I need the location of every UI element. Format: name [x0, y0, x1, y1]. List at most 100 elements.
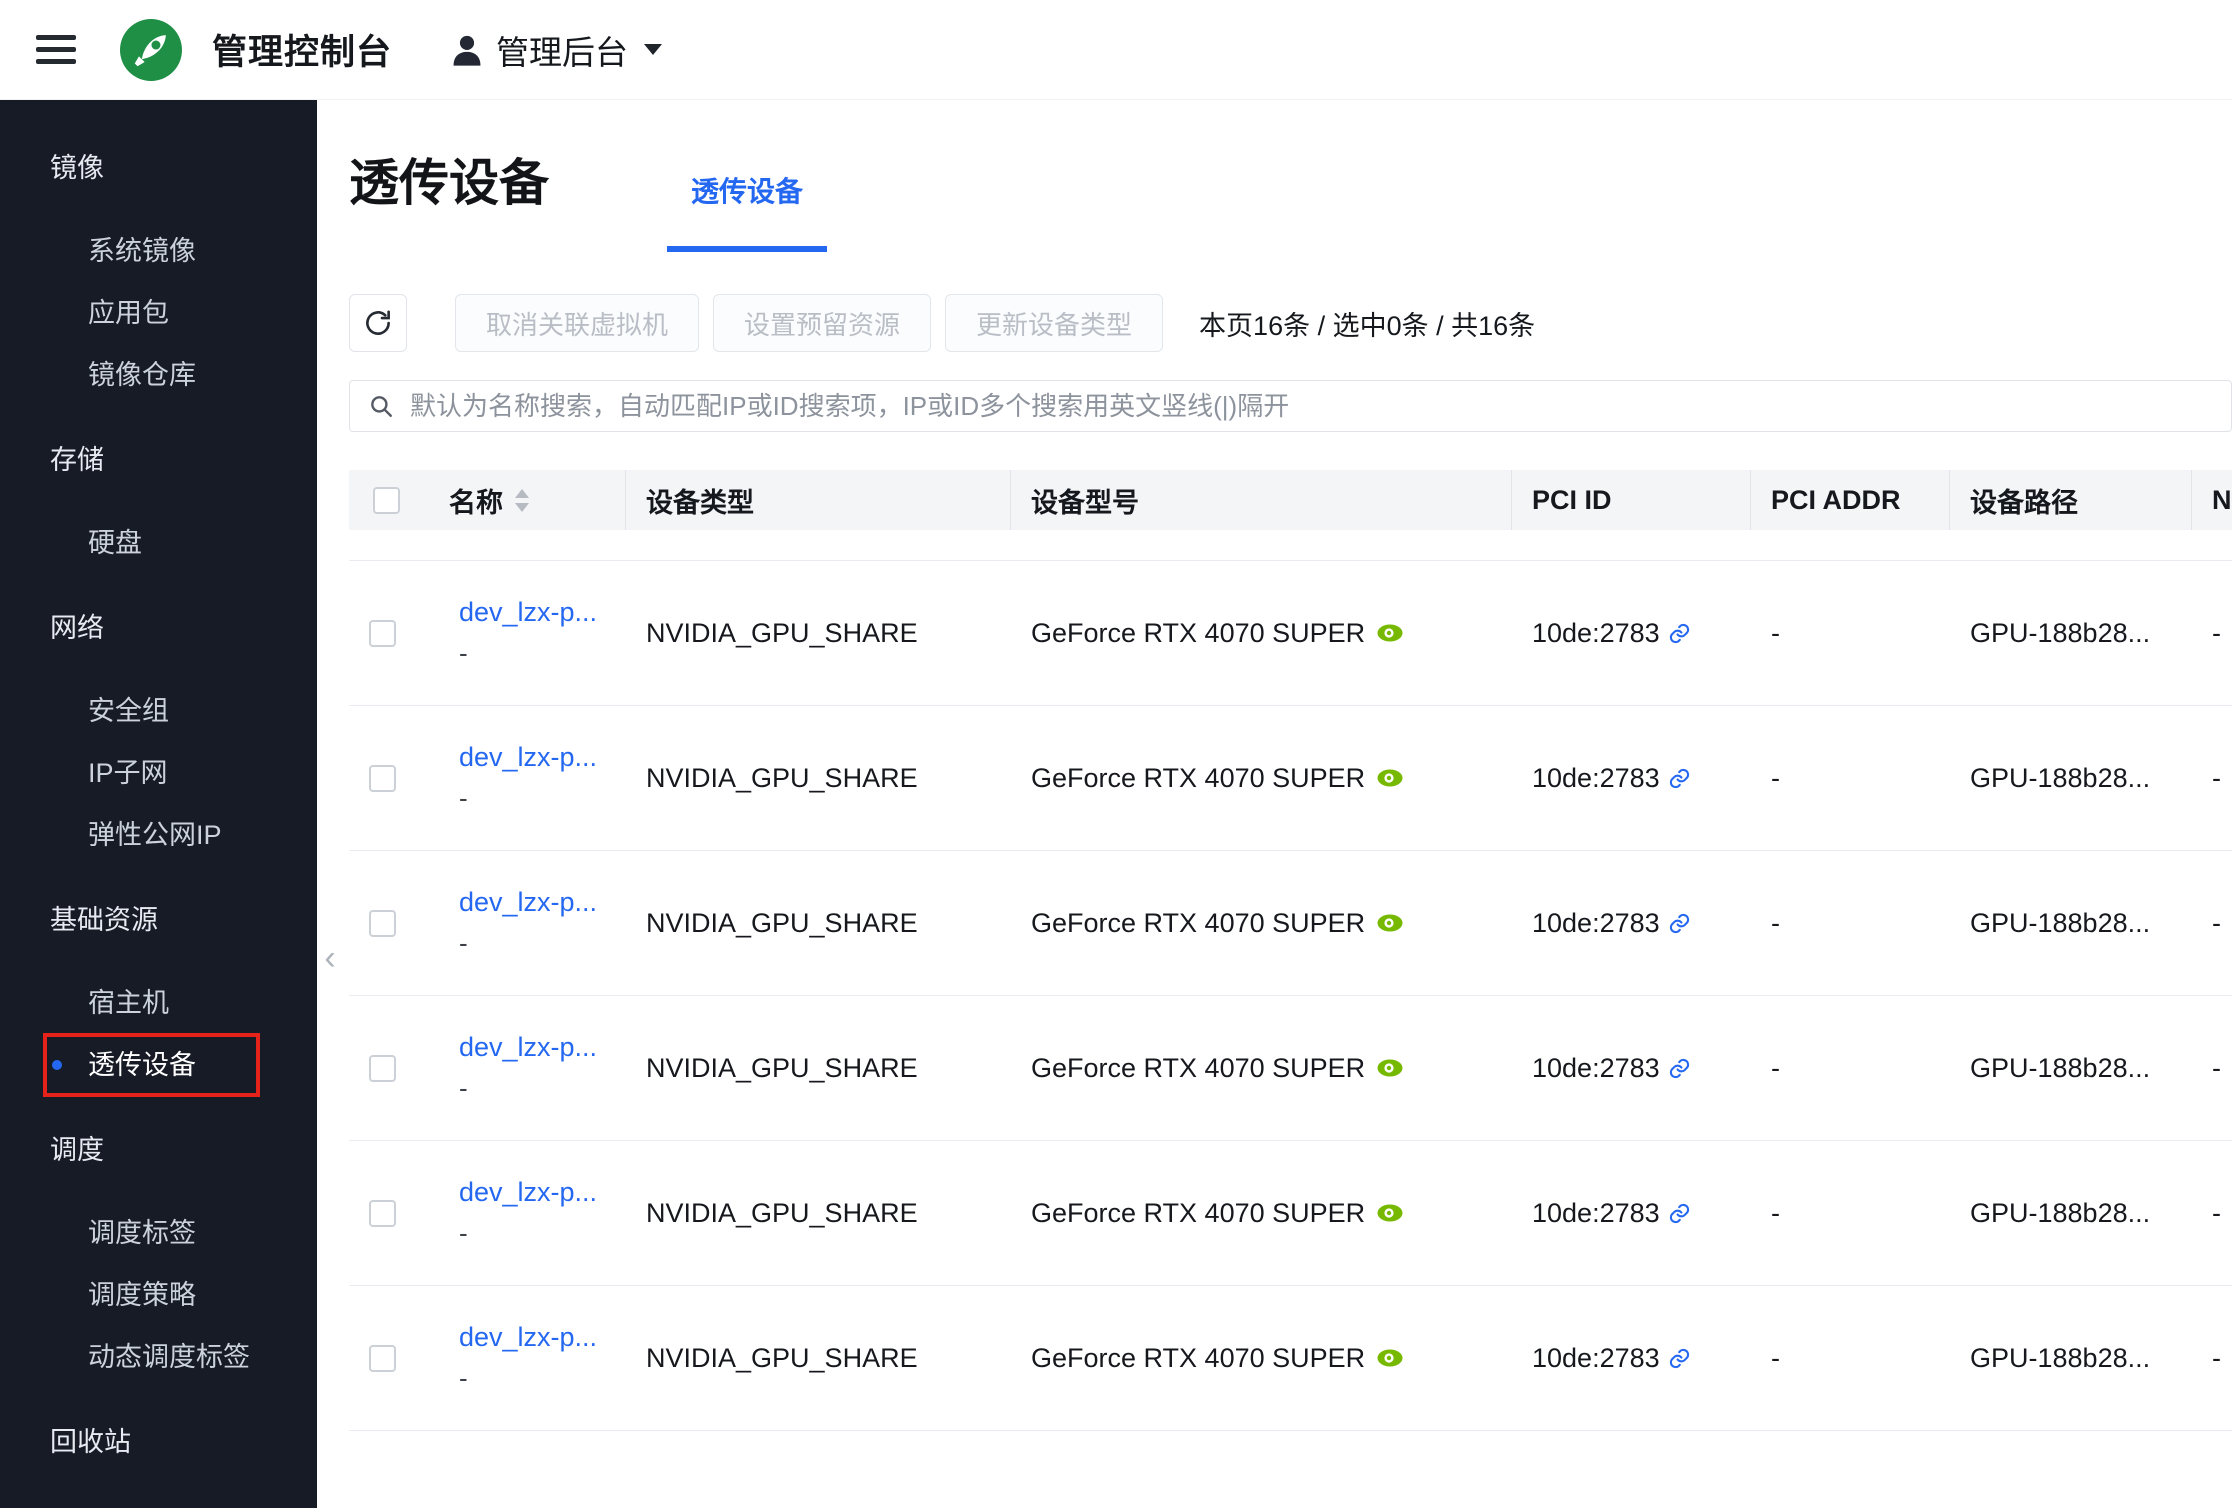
device-model-text: GeForce RTX 4070 SUPER	[1031, 907, 1366, 938]
row-checkbox-cell	[349, 706, 439, 850]
row-checkbox[interactable]	[369, 1199, 396, 1227]
device-name-sub: -	[459, 1218, 468, 1248]
sidebar-item-0-1[interactable]: 应用包	[0, 282, 317, 344]
nvidia-logo-icon	[1377, 1349, 1403, 1367]
device-model-cell: GeForce RTX 4070 SUPER	[1011, 561, 1512, 705]
nvidia-logo-icon	[1377, 1059, 1403, 1077]
table-row: dev_lzx-p... - NVIDIA_GPU_SHARE GeForce RTX…	[349, 561, 2232, 706]
device-model-cell: GeForce RTX 4070 SUPER	[1011, 706, 1512, 850]
numa-cell: -	[2212, 1052, 2221, 1083]
device-model-cell: GeForce RTX 4070 SUPER	[1011, 996, 1512, 1140]
sidebar-item-2-2[interactable]: 弹性公网IP	[0, 804, 317, 866]
row-checkbox-cell	[349, 1141, 439, 1285]
device-name-cell: dev_lzx-p... -	[439, 996, 626, 1140]
sidebar-item-2-1[interactable]: IP子网	[0, 742, 317, 804]
pci-addr-cell: -	[1771, 907, 1780, 938]
col-name-label: 名称	[449, 487, 503, 518]
col-name[interactable]: 名称	[439, 470, 626, 530]
toolbar-button-1[interactable]: 设置预留资源	[713, 294, 932, 352]
sidebar-section-1[interactable]: 存储	[0, 428, 317, 492]
device-name-cell: dev_lzx-p... -	[439, 1141, 626, 1285]
select-all-checkbox[interactable]	[373, 486, 400, 514]
tab-passthrough-devices[interactable]: 透传设备	[667, 170, 828, 252]
device-model-text: GeForce RTX 4070 SUPER	[1031, 762, 1366, 793]
collapse-sidebar-icon[interactable]: ‹	[317, 930, 343, 986]
row-checkbox-cell	[349, 996, 439, 1140]
device-name-cell: dev_lzx-p... -	[439, 706, 626, 850]
sidebar-item-4-2[interactable]: 动态调度标签	[0, 1326, 317, 1388]
device-model-text: GeForce RTX 4070 SUPER	[1031, 1052, 1366, 1083]
sidebar-section-0[interactable]: 镜像	[0, 136, 317, 200]
link-icon[interactable]	[1668, 912, 1691, 935]
toolbar-button-2[interactable]: 更新设备类型	[945, 294, 1164, 352]
nvidia-logo-icon	[1377, 1204, 1403, 1222]
col-pci-id: PCI ID	[1512, 470, 1751, 530]
row-checkbox[interactable]	[369, 619, 396, 647]
numa-cell: -	[2212, 762, 2221, 793]
device-type-cell: NVIDIA_GPU_SHARE	[646, 1197, 918, 1228]
device-path-cell: GPU-188b28...	[1970, 1197, 2151, 1228]
toolbar: 取消关联虚拟机 设置预留资源 更新设备类型 本页16条 / 选中0条 / 共16条	[349, 294, 2232, 352]
sort-icon[interactable]	[515, 488, 529, 512]
table-row: dev_lzx-p... - NVIDIA_GPU_SHARE GeForce RTX…	[349, 706, 2232, 851]
device-name-link[interactable]: dev_lzx-p...	[459, 1177, 597, 1208]
refresh-button[interactable]	[349, 294, 407, 352]
sidebar-section-2[interactable]: 网络	[0, 596, 317, 660]
row-checkbox[interactable]	[369, 909, 396, 937]
pci-addr-cell: -	[1771, 1342, 1780, 1373]
sidebar-section-4[interactable]: 调度	[0, 1118, 317, 1182]
link-icon[interactable]	[1668, 767, 1691, 790]
app-title: 管理控制台	[212, 33, 393, 72]
link-icon[interactable]	[1668, 1202, 1691, 1225]
device-name-cell: dev_lzx-p... -	[439, 851, 626, 995]
sidebar-item-4-1[interactable]: 调度策略	[0, 1264, 317, 1326]
link-icon[interactable]	[1668, 1057, 1691, 1080]
device-path-cell: GPU-188b28...	[1970, 1052, 2151, 1083]
caret-down-icon[interactable]	[644, 44, 663, 55]
sidebar-item-4-0[interactable]: 调度标签	[0, 1202, 317, 1264]
device-name-cell: dev_lzx-p... -	[439, 561, 626, 705]
select-all-cell	[349, 470, 439, 530]
device-name-link[interactable]: dev_lzx-p...	[459, 742, 597, 773]
row-checkbox[interactable]	[369, 1344, 396, 1372]
search-icon	[371, 396, 392, 417]
table-row: dev_lzx-p... - NVIDIA_GPU_SHARE GeForce RTX…	[349, 851, 2232, 996]
toolbar-button-0[interactable]: 取消关联虚拟机	[455, 294, 700, 352]
search-bar	[349, 380, 2232, 432]
row-checkbox[interactable]	[369, 1054, 396, 1082]
sidebar: 镜像系统镜像 应用包 镜像仓库存储硬盘网络安全组 IP子网 弹性公网IP 基础资源宿主机透…	[0, 100, 317, 1508]
sidebar-item-3-1[interactable]: 透传设备	[0, 1033, 317, 1097]
sidebar-item-2-0[interactable]: 安全组	[0, 680, 317, 742]
device-type-cell: NVIDIA_GPU_SHARE	[646, 1342, 918, 1373]
sidebar-section-3[interactable]: 基础资源	[0, 888, 317, 952]
pci-id-text: 10de:2783	[1532, 762, 1660, 793]
sidebar-item-1-0[interactable]: 硬盘	[0, 512, 317, 574]
sidebar-item-0-2[interactable]: 镜像仓库	[0, 344, 317, 406]
search-input[interactable]	[408, 389, 2231, 423]
pci-id-cell: 10de:2783	[1512, 561, 1751, 705]
workspace-switcher[interactable]: 管理后台	[496, 26, 628, 74]
numa-cell: -	[2212, 907, 2221, 938]
link-icon[interactable]	[1668, 622, 1691, 645]
sidebar-item-3-0[interactable]: 宿主机	[0, 972, 317, 1034]
pci-id-cell: 10de:2783	[1512, 1286, 1751, 1430]
sidebar-item-0-0[interactable]: 系统镜像	[0, 220, 317, 282]
admin-user-icon	[450, 32, 484, 68]
col-device-type: 设备类型	[626, 470, 1011, 530]
sidebar-item-label: 硬盘	[88, 528, 142, 558]
device-name-link[interactable]: dev_lzx-p...	[459, 887, 597, 918]
table-row: dev_lzx-p... - NVIDIA_GPU_SHARE GeForce RTX…	[349, 1141, 2232, 1286]
devices-table: 名称 设备类型 设备型号 PCI ID PCI ADDR 设备路径 N dev_…	[349, 470, 2232, 1431]
sidebar-item-label: 动态调度标签	[88, 1342, 250, 1372]
device-name-link[interactable]: dev_lzx-p...	[459, 1322, 597, 1353]
pci-addr-cell: -	[1771, 1197, 1780, 1228]
device-name-link[interactable]: dev_lzx-p...	[459, 1032, 597, 1063]
device-type-cell: NVIDIA_GPU_SHARE	[646, 907, 918, 938]
numa-cell: -	[2212, 1342, 2221, 1373]
sidebar-section-5[interactable]: 回收站	[0, 1410, 317, 1474]
sidebar-item-label: 宿主机	[88, 988, 169, 1018]
link-icon[interactable]	[1668, 1347, 1691, 1370]
row-checkbox[interactable]	[369, 764, 396, 792]
device-name-link[interactable]: dev_lzx-p...	[459, 597, 597, 628]
hamburger-icon[interactable]	[36, 35, 76, 64]
